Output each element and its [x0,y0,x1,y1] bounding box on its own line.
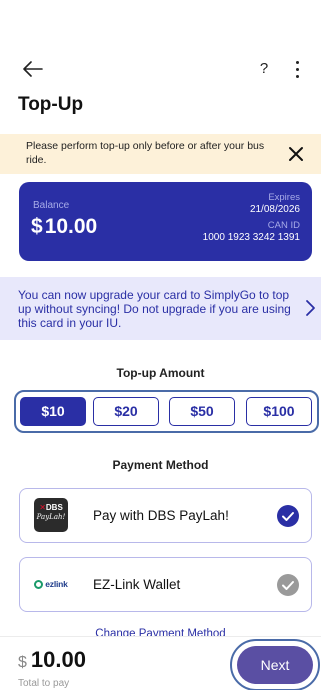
help-button[interactable]: ? [252,57,276,81]
total-amount: $10.00 [18,647,86,673]
upgrade-text: You can now upgrade your card to SimplyG… [18,288,291,330]
top-bar: ? [0,54,321,84]
balance-currency: $ [31,215,43,238]
can-id-value: 1000 1923 3242 1391 [202,232,300,243]
can-id-label: CAN ID [267,220,300,231]
more-options-button[interactable] [290,57,304,81]
payment-option-ezlink-wallet[interactable]: ezlink EZ-Link Wallet [19,557,312,612]
bottom-bar: $10.00 Total to pay Next [0,636,321,690]
amount-option-20[interactable]: $20 [93,397,159,426]
payment-method-title: Payment Method [112,458,209,472]
expires-label: Expires [268,192,300,203]
check-circle-icon [277,574,299,596]
payment-option-dbs-paylah[interactable]: ✕DBS PayLah! Pay with DBS PayLah! [19,488,312,543]
payment-option-label: Pay with DBS PayLah! [93,508,229,523]
total-label: Total to pay [18,678,70,689]
balance-value: 10.00 [44,215,98,238]
payment-option-label: EZ-Link Wallet [93,577,181,592]
chevron-right-icon [306,300,315,316]
dbs-paylah-logo: ✕DBS PayLah! [34,498,68,532]
ezlink-logo: ezlink [34,567,68,601]
check-circle-icon [277,505,299,527]
close-icon [289,147,303,161]
arrow-left-icon [23,61,43,77]
more-vertical-icon [295,60,299,64]
amount-option-100[interactable]: $100 [246,397,312,426]
expires-value: 21/08/2026 [249,204,300,215]
upgrade-banner[interactable]: You can now upgrade your card to SimplyG… [0,277,321,340]
next-button[interactable]: Next [237,646,313,684]
amount-option-10[interactable]: $10 [20,397,86,426]
next-button-focus-ring: Next [230,639,320,690]
page-title: Top-Up [18,94,84,115]
close-notice-button[interactable] [284,142,308,166]
balance-label: Balance [33,200,70,211]
topup-amount-title: Top-up Amount [116,366,205,380]
amount-selector: $10 $20 $50 $100 [14,390,319,433]
notice-banner: Please perform top-up only before or aft… [0,134,321,174]
card-summary: Balance $10.00 Expires 21/08/2026 CAN ID… [19,182,312,261]
amount-option-50[interactable]: $50 [169,397,235,426]
notice-text: Please perform top-up only before or aft… [26,140,265,166]
total-currency: $ [18,654,27,671]
back-button[interactable] [18,54,48,84]
total-value: 10.00 [30,647,86,672]
balance-amount: $10.00 [31,215,97,239]
